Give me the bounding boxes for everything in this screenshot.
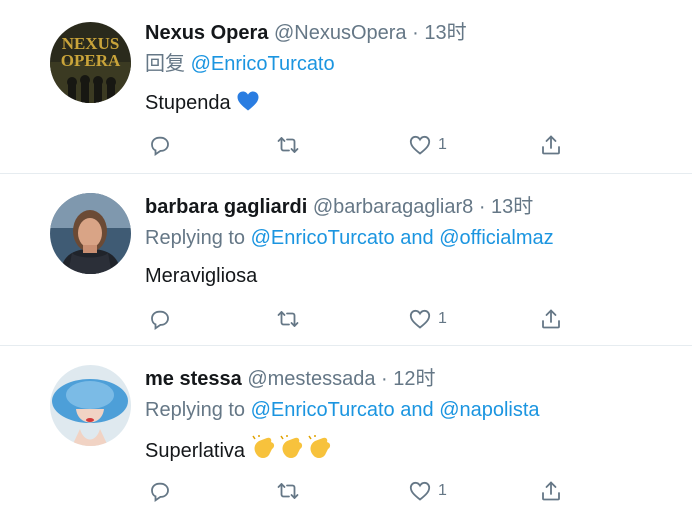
- heart-icon: [409, 481, 431, 501]
- reply-button[interactable]: [148, 131, 172, 159]
- reply-icon: [151, 136, 169, 157]
- separator-dot: ·: [412, 22, 419, 44]
- like-button[interactable]: 1: [408, 477, 447, 505]
- tweet-text: Meravigliosa: [145, 263, 257, 289]
- heart-icon: [409, 309, 431, 329]
- avatar[interactable]: NEXUS OPERA: [50, 22, 131, 103]
- retweet-button[interactable]: [276, 305, 300, 333]
- share-icon: [542, 481, 560, 501]
- timestamp[interactable]: 13时: [424, 22, 466, 44]
- display-name[interactable]: Nexus Opera: [145, 22, 268, 44]
- mention-join: and: [400, 227, 434, 249]
- svg-text:OPERA: OPERA: [61, 51, 121, 70]
- reply-prefix: Replying to: [145, 227, 246, 249]
- avatar[interactable]: [50, 193, 131, 274]
- heart-icon: [409, 135, 431, 155]
- like-count: 1: [438, 482, 447, 499]
- avatar[interactable]: [50, 365, 131, 446]
- reply-prefix: Replying to: [145, 399, 246, 421]
- tweet-actions: 1: [145, 477, 585, 505]
- tweet-header: me stessa @mestessada · 12时: [145, 366, 436, 392]
- mention-link[interactable]: @napolista: [439, 399, 539, 421]
- timestamp[interactable]: 12时: [393, 368, 435, 390]
- tweet-item[interactable]: barbara gagliardi @barbaragagliar8 · 13时…: [0, 174, 692, 346]
- clapping-hands-emoji-icon: [251, 435, 335, 468]
- user-handle[interactable]: @barbaragagliar8: [313, 196, 473, 218]
- share-icon: [542, 309, 560, 329]
- like-count: 1: [438, 310, 447, 327]
- mention-join: and: [400, 399, 434, 421]
- retweet-button[interactable]: [276, 477, 300, 505]
- retweet-icon: [277, 137, 299, 153]
- tweet-header: barbara gagliardi @barbaragagliar8 · 13时: [145, 194, 533, 220]
- blue-heart-emoji-icon: [236, 89, 260, 120]
- timestamp[interactable]: 13时: [491, 196, 533, 218]
- reply-button[interactable]: [148, 305, 172, 333]
- reply-button[interactable]: [148, 477, 172, 505]
- reply-context: Replying to @EnricoTurcato and @napolist…: [145, 397, 540, 423]
- mention-link[interactable]: @EnricoTurcato: [251, 399, 395, 421]
- tweet-text-content: Meravigliosa: [145, 265, 258, 287]
- tweet-header: Nexus Opera @NexusOpera · 13时: [145, 20, 467, 46]
- retweet-button[interactable]: [276, 131, 300, 159]
- share-icon: [542, 135, 560, 155]
- tweet-text-content: Superlativa: [145, 440, 246, 462]
- user-handle[interactable]: @mestessada: [247, 368, 375, 390]
- tweet-item[interactable]: me stessa @mestessada · 12时 Replying to …: [0, 346, 692, 517]
- tweet-actions: 1: [145, 131, 585, 159]
- like-button[interactable]: 1: [408, 131, 447, 159]
- share-button[interactable]: [539, 305, 563, 333]
- like-count: 1: [438, 136, 447, 153]
- user-handle[interactable]: @NexusOpera: [274, 22, 407, 44]
- mention-link[interactable]: @officialmaz: [439, 227, 553, 249]
- reply-icon: [151, 310, 169, 331]
- separator-dot: ·: [478, 196, 486, 218]
- retweet-icon: [277, 311, 299, 327]
- mention-link[interactable]: @EnricoTurcato: [191, 53, 335, 75]
- display-name[interactable]: me stessa: [145, 368, 242, 390]
- reply-icon: [151, 482, 169, 503]
- like-button[interactable]: 1: [408, 305, 447, 333]
- tweet-item[interactable]: NEXUS OPERA Nexus Opera @NexusOpera · 13…: [0, 0, 692, 174]
- reply-prefix: 回复: [145, 53, 185, 75]
- retweet-icon: [277, 483, 299, 499]
- separator-dot: ·: [381, 368, 388, 390]
- tweet-text: Stupenda: [145, 89, 260, 120]
- mention-link[interactable]: @EnricoTurcato: [251, 227, 395, 249]
- share-button[interactable]: [539, 131, 563, 159]
- tweet-text-content: Stupenda: [145, 92, 231, 114]
- reply-context: Replying to @EnricoTurcato and @official…: [145, 225, 554, 251]
- tweet-text: Superlativa: [145, 435, 335, 468]
- tweet-actions: 1: [145, 305, 585, 333]
- share-button[interactable]: [539, 477, 563, 505]
- display-name[interactable]: barbara gagliardi: [145, 196, 307, 218]
- reply-context: 回复 @EnricoTurcato: [145, 51, 335, 77]
